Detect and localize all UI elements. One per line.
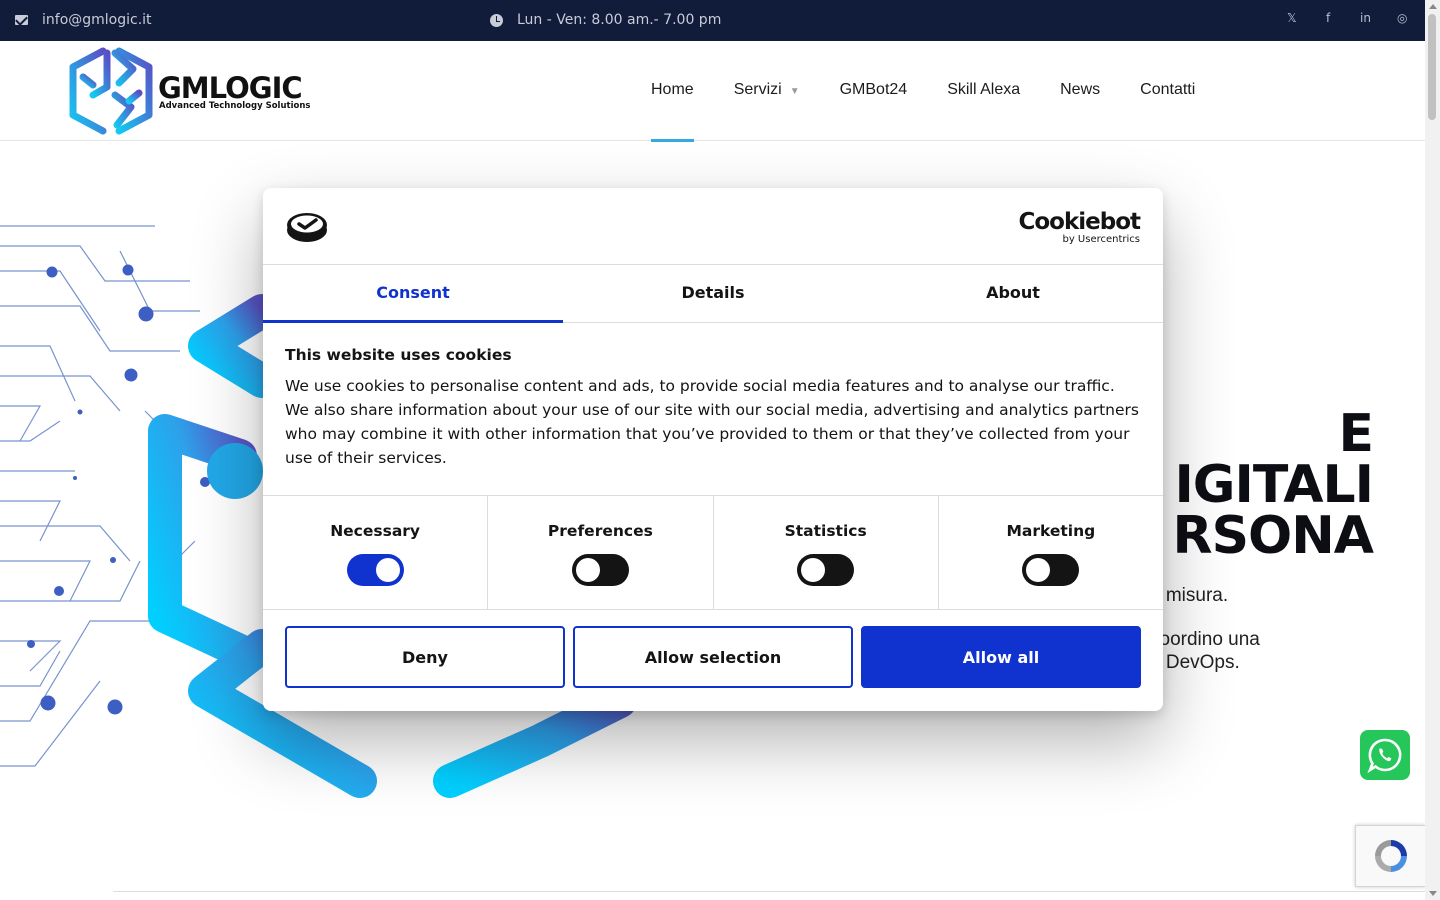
facebook-icon[interactable]: f: [1326, 11, 1330, 25]
category-marketing: Marketing: [939, 496, 1163, 609]
scroll-up-arrow-icon[interactable]: [1429, 4, 1437, 9]
scrollbar-thumb[interactable]: [1428, 14, 1436, 120]
cookie-consent-dialog: Cookiebot by Usercentrics Consent Detail…: [263, 188, 1163, 711]
category-statistics: Statistics: [714, 496, 939, 609]
dialog-tabs: Consent Details About: [263, 265, 1163, 323]
cookie-categories: Necessary Preferences Statistics Marketi…: [263, 496, 1163, 610]
dialog-body: This website uses cookies We use cookies…: [263, 323, 1163, 496]
whatsapp-button[interactable]: [1360, 730, 1410, 780]
deny-button[interactable]: Deny: [285, 626, 565, 688]
nav-skill-alexa[interactable]: Skill Alexa: [947, 41, 1020, 141]
hero-description: coordino una e DevOps.: [1150, 628, 1260, 674]
whatsapp-icon: [1367, 738, 1402, 773]
top-bar: info@gmlogic.it Lun - Ven: 8.00 am.- 7.0…: [0, 0, 1425, 41]
tab-details[interactable]: Details: [563, 265, 863, 322]
site-logo[interactable]: GMLOGIC Advanced Technology Solutions: [63, 45, 310, 137]
category-preferences: Preferences: [488, 496, 714, 609]
clock-icon: [490, 13, 503, 27]
necessary-toggle[interactable]: [346, 554, 404, 586]
logo-wordmark: GMLOGIC: [158, 71, 303, 105]
page-scrollbar[interactable]: [1425, 0, 1440, 900]
opening-hours: Lun - Ven: 8.00 am.- 7.00 pm: [490, 12, 721, 28]
hero-description-line-1: coordino una: [1150, 629, 1260, 650]
toggle-knob: [375, 558, 400, 582]
statistics-toggle[interactable]: [797, 554, 855, 586]
marketing-toggle[interactable]: [1022, 554, 1080, 586]
tab-consent[interactable]: Consent: [263, 265, 563, 323]
dialog-buttons: Deny Allow selection Allow all: [263, 610, 1163, 688]
cookiebot-brand: Cookiebot: [1018, 209, 1141, 235]
hero-title-line-3: RSONA: [1172, 506, 1374, 566]
recaptcha-icon: [1374, 840, 1407, 872]
chevron-down-icon: ▼: [789, 86, 800, 97]
hero-description-line-2: e DevOps.: [1150, 652, 1240, 673]
cookiebot-brand-sub: by Usercentrics: [1062, 234, 1140, 245]
allow-selection-button[interactable]: Allow selection: [573, 626, 853, 688]
envelope-icon: [15, 15, 28, 25]
dialog-header: Cookiebot by Usercentrics: [263, 188, 1163, 265]
section-divider: [113, 891, 1425, 892]
cookiebot-logo[interactable]: Cookiebot by Usercentrics: [1018, 209, 1141, 245]
hero-title-line-1: E: [1338, 404, 1374, 464]
main-nav: Home Servizi ▼ GMBot24 Skill Alexa News C…: [651, 41, 1235, 142]
recaptcha-badge[interactable]: [1355, 825, 1425, 887]
scroll-down-arrow-icon[interactable]: [1429, 891, 1437, 896]
allow-all-button[interactable]: Allow all: [861, 626, 1141, 688]
tab-about[interactable]: About: [863, 265, 1163, 322]
nav-servizi[interactable]: Servizi ▼: [734, 41, 800, 141]
hours-text: Lun - Ven: 8.00 am.- 7.00 pm: [517, 12, 722, 28]
nav-servizi-label: Servizi: [733, 81, 782, 98]
instagram-icon[interactable]: ◎: [1397, 11, 1407, 25]
preferences-toggle[interactable]: [571, 554, 629, 586]
nav-gmbot24[interactable]: GMBot24: [840, 41, 908, 141]
toggle-knob: [1026, 558, 1051, 582]
email-text[interactable]: info@gmlogic.it: [42, 12, 152, 28]
category-label: Marketing: [1006, 522, 1096, 540]
category-necessary: Necessary: [263, 496, 489, 609]
nav-news[interactable]: News: [1060, 41, 1100, 141]
x-twitter-icon[interactable]: 𝕏: [1287, 11, 1297, 25]
toggle-knob: [801, 558, 826, 582]
linkedin-icon[interactable]: in: [1360, 11, 1371, 25]
hero-title: E IGITALI RSONA: [1172, 404, 1374, 566]
nav-contatti[interactable]: Contatti: [1140, 41, 1195, 141]
category-label: Statistics: [784, 522, 867, 540]
hero-title-line-2: IGITALI: [1174, 455, 1374, 515]
contact-email[interactable]: info@gmlogic.it: [15, 12, 152, 28]
dialog-heading: This website uses cookies: [285, 346, 512, 364]
cookie-check-icon: [287, 213, 327, 242]
logo-tagline: Advanced Technology Solutions: [159, 101, 311, 111]
dialog-description: We use cookies to personalise content an…: [285, 377, 1139, 467]
category-label: Preferences: [547, 522, 653, 540]
site-header: GMLOGIC Advanced Technology Solutions Ho…: [0, 41, 1425, 142]
brain-logo-icon: [69, 47, 153, 135]
nav-home[interactable]: Home: [651, 41, 694, 142]
category-label: Necessary: [330, 522, 421, 540]
toggle-knob: [575, 558, 600, 582]
